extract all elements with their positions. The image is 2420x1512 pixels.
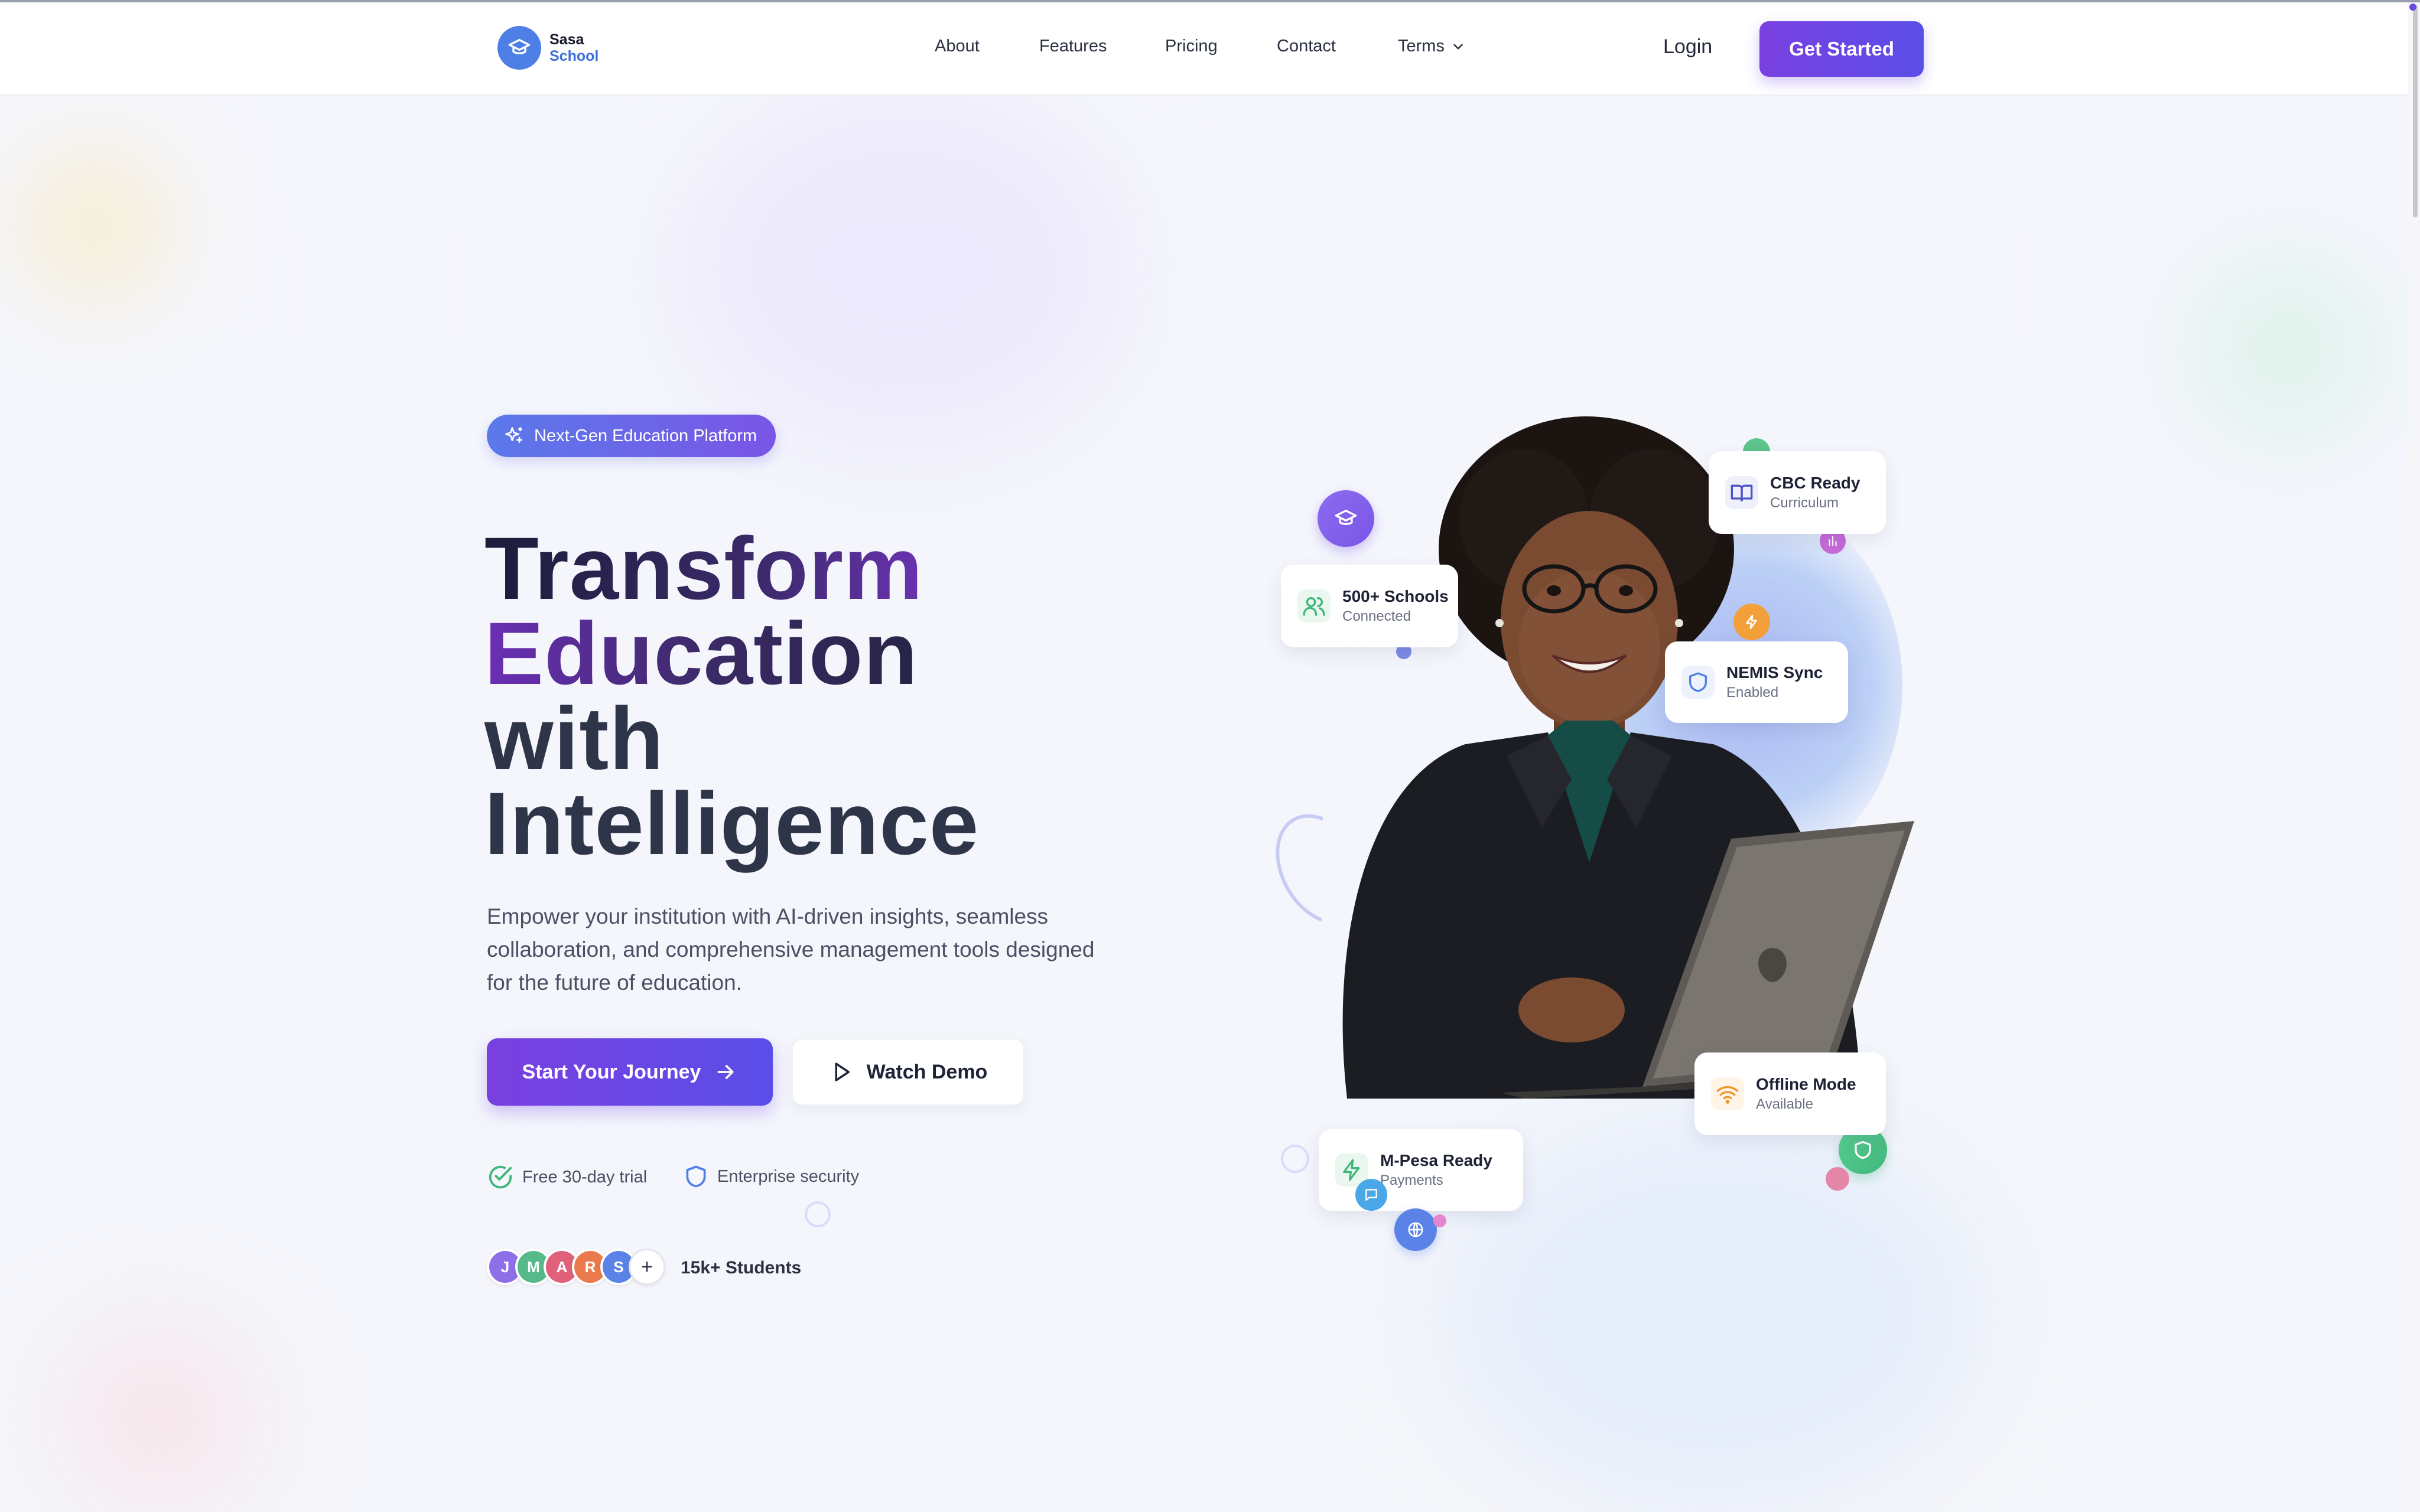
feature-card-mpesa: M-Pesa Ready Payments: [1319, 1129, 1523, 1211]
book-icon: [1725, 476, 1758, 509]
feature-card-nemis: NEMIS Sync Enabled: [1665, 641, 1848, 723]
feature-card-title: 500+ Schools: [1342, 587, 1449, 605]
trust-security-label: Enterprise security: [717, 1166, 860, 1186]
student-avatars: J M A R S +: [487, 1249, 665, 1285]
decorative-ring: [805, 1201, 831, 1227]
get-started-button[interactable]: Get Started: [1759, 21, 1924, 77]
chevron-down-icon: [1453, 43, 1463, 50]
check-circle-icon: [489, 1165, 512, 1189]
feature-card-title: Offline Mode: [1756, 1075, 1856, 1093]
hero-subtext: Empower your institution with AI-driven …: [487, 904, 1095, 995]
feature-card-subtitle: Payments: [1380, 1172, 1443, 1188]
trust-item-trial: Free 30-day trial: [487, 1164, 647, 1191]
chat-bubble-icon: [1355, 1179, 1387, 1211]
decorative-dot: [1433, 1214, 1446, 1227]
nav-terms-dropdown[interactable]: Terms: [1398, 37, 1466, 56]
hero-badge-label: Next-Gen Education Platform: [534, 426, 757, 445]
feature-card-subtitle: Curriculum: [1770, 495, 1839, 511]
headline-line-2: Education: [484, 609, 979, 698]
page-scrollbar[interactable]: [2408, 2, 2420, 1512]
site-header: Sasa School About Features Pricing Conta…: [0, 2, 2420, 96]
feature-card-title: NEMIS Sync: [1726, 663, 1823, 682]
headline-line-3: with: [484, 689, 664, 788]
users-icon: [1297, 589, 1331, 623]
feature-card-schools: 500+ Schools Connected: [1281, 565, 1458, 647]
feature-card-title: CBC Ready: [1770, 474, 1860, 492]
arrow-right-icon: [717, 1065, 734, 1079]
headline-line-4: Intelligence: [484, 774, 980, 873]
feature-card-subtitle: Enabled: [1726, 685, 1779, 700]
graduation-cap-icon: [1318, 490, 1374, 547]
nav-about[interactable]: About: [935, 37, 980, 56]
watch-demo-button[interactable]: Watch Demo: [792, 1038, 1024, 1106]
brand-name-line2: School: [549, 48, 599, 64]
shield-icon: [1681, 666, 1715, 699]
nav-features[interactable]: Features: [1039, 37, 1107, 56]
students-count: 15k+ Students: [681, 1258, 802, 1278]
feature-card-title: M-Pesa Ready: [1380, 1151, 1492, 1169]
shield-icon: [686, 1165, 706, 1188]
decorative-ring: [1281, 1145, 1309, 1173]
trust-item-security: Enterprise security: [683, 1164, 859, 1190]
hero-headline: Transform Education with Intelligence: [484, 524, 980, 873]
sparkles-icon: [505, 427, 523, 443]
brand-name-line1: Sasa: [549, 31, 584, 48]
wifi-icon: [1711, 1077, 1744, 1110]
feature-card-cbc: CBC Ready Curriculum: [1709, 451, 1886, 534]
decorative-dot: [1826, 1167, 1849, 1191]
nav-pricing[interactable]: Pricing: [1165, 37, 1218, 56]
headline-line-1: Transform: [484, 524, 979, 612]
nav-contact[interactable]: Contact: [1277, 37, 1336, 56]
watch-demo-label: Watch Demo: [866, 1060, 988, 1083]
start-journey-label: Start Your Journey: [522, 1060, 701, 1083]
trust-trial-label: Free 30-day trial: [522, 1167, 648, 1187]
scrollbar-thumb[interactable]: [2413, 5, 2418, 217]
feature-card-subtitle: Available: [1756, 1096, 1813, 1112]
start-journey-button[interactable]: Start Your Journey: [487, 1038, 773, 1106]
lightning-icon: [1733, 604, 1770, 640]
play-icon: [835, 1063, 850, 1081]
scroll-indicator-dot: [2409, 4, 2416, 11]
graduation-cap-icon: [497, 26, 541, 70]
hero-badge: Next-Gen Education Platform: [487, 415, 776, 457]
login-link[interactable]: Login: [1663, 35, 1712, 58]
nav-terms-label: Terms: [1398, 37, 1445, 56]
feature-card-subtitle: Connected: [1342, 608, 1411, 624]
avatar-more: +: [629, 1249, 665, 1285]
brand-logo[interactable]: Sasa School: [497, 26, 599, 70]
globe-icon: [1394, 1208, 1437, 1251]
feature-card-offline: Offline Mode Available: [1694, 1052, 1886, 1135]
